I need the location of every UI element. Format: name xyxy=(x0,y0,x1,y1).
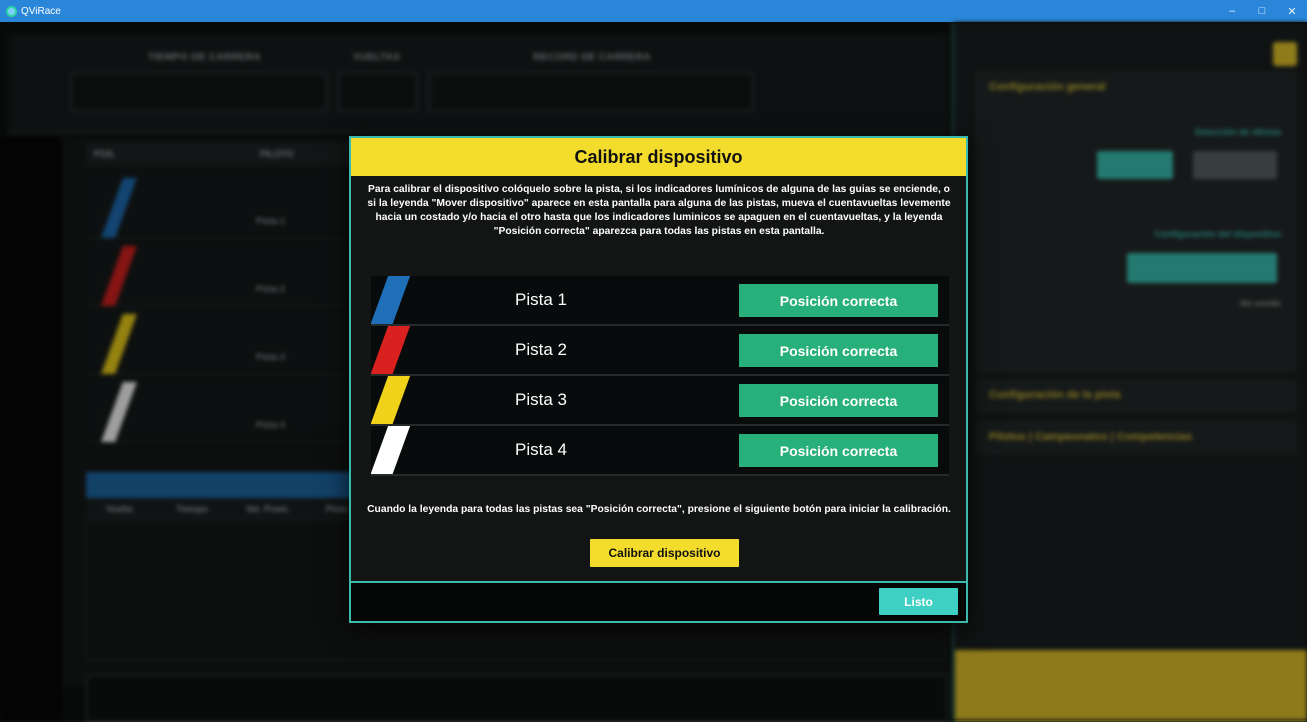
minimize-button[interactable]: – xyxy=(1217,0,1247,22)
done-button[interactable]: Listo xyxy=(879,588,958,615)
lane-color-stripe xyxy=(371,376,411,424)
track-name: Pista 1 xyxy=(515,290,567,309)
title-bar: QViRace – □ ✕ xyxy=(0,0,1307,22)
dialog-title: Calibrar dispositivo xyxy=(351,138,966,176)
window-controls: – □ ✕ xyxy=(1217,0,1307,22)
track-name: Pista 2 xyxy=(515,340,567,359)
track-row: Pista 3 Posición correcta xyxy=(371,376,949,426)
track-status-badge: Posición correcta xyxy=(739,434,938,467)
dialog-footer: Listo xyxy=(351,581,966,621)
calibrate-device-button[interactable]: Calibrar dispositivo xyxy=(590,539,739,567)
calibrate-device-dialog: Calibrar dispositivo Para calibrar el di… xyxy=(349,136,968,623)
app-logo-icon xyxy=(6,5,17,17)
track-status-badge: Posición correcta xyxy=(739,334,938,367)
track-status-badge: Posición correcta xyxy=(739,384,938,417)
track-name: Pista 4 xyxy=(515,440,567,459)
lane-color-stripe xyxy=(371,426,411,474)
lane-color-stripe xyxy=(371,326,411,374)
track-row: Pista 4 Posición correcta xyxy=(371,426,949,476)
dialog-instructions: Para calibrar el dispositivo colóquelo s… xyxy=(367,184,951,237)
track-status-list: Pista 1 Posición correcta Pista 2 Posici… xyxy=(371,276,949,476)
track-status-badge: Posición correcta xyxy=(739,284,938,317)
track-name: Pista 3 xyxy=(515,390,567,409)
track-row: Pista 2 Posición correcta xyxy=(371,326,949,376)
lane-color-stripe xyxy=(371,276,411,324)
close-button[interactable]: ✕ xyxy=(1277,0,1307,22)
calibration-hint: Cuando la leyenda para todas las pistas … xyxy=(367,504,951,515)
maximize-button[interactable]: □ xyxy=(1247,0,1277,22)
window-title: QViRace xyxy=(21,5,61,17)
track-row: Pista 1 Posición correcta xyxy=(371,276,949,326)
